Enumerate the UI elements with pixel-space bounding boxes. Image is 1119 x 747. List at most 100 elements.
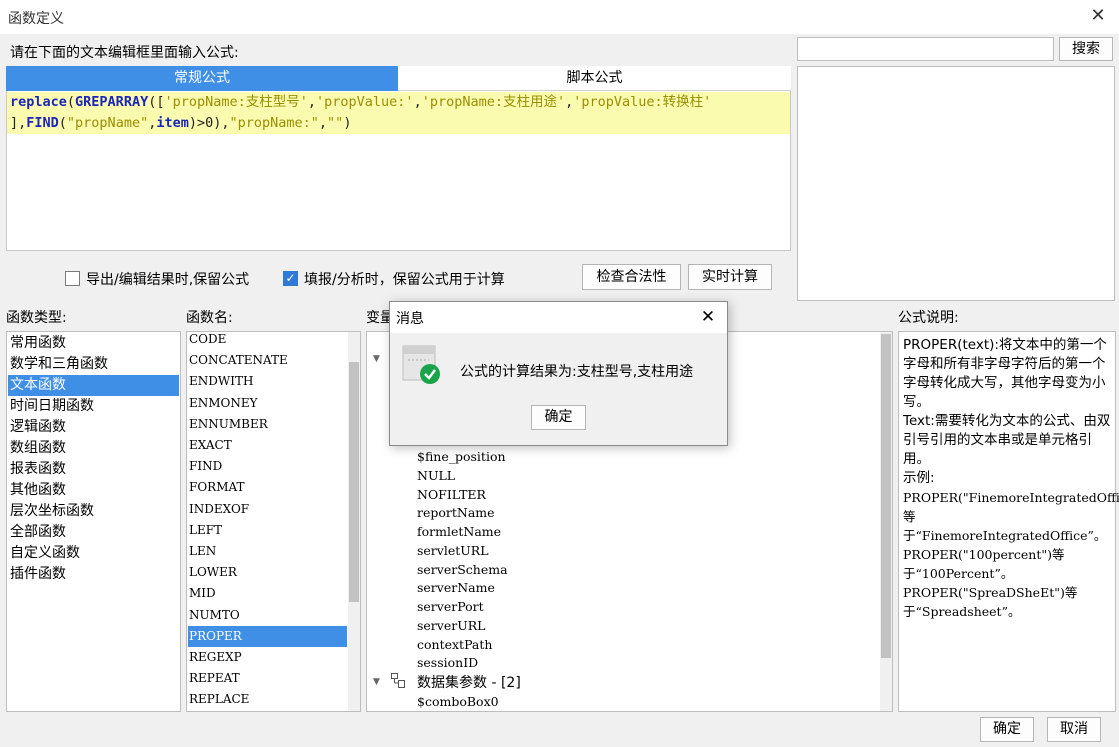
- tab-regular-formula[interactable]: 常规公式: [6, 66, 398, 91]
- formula-token: (: [66, 94, 76, 110]
- function-name-item[interactable]: CONCATENATE: [188, 350, 347, 371]
- formula-editor[interactable]: replace(GREPARRAY(['propName:支柱型号','prop…: [6, 91, 791, 251]
- tab-script-formula[interactable]: 脚本公式: [398, 66, 791, 91]
- function-type-item[interactable]: 逻辑函数: [8, 417, 179, 438]
- formula-token: "propName:": [229, 115, 319, 131]
- function-type-item[interactable]: 其他函数: [8, 480, 179, 501]
- formula-line-1: replace(GREPARRAY(['propName:支柱型号','prop…: [7, 92, 790, 113]
- function-type-item[interactable]: 全部函数: [8, 522, 179, 543]
- tree-collapse-icon[interactable]: ▼: [373, 354, 380, 364]
- function-names-scrollbar[interactable]: [348, 332, 360, 711]
- formula-token: ([: [148, 94, 165, 110]
- function-type-item[interactable]: 插件函数: [8, 564, 179, 585]
- variables-scrollbar[interactable]: [880, 332, 892, 711]
- function-name-item[interactable]: NUMTO: [188, 605, 347, 626]
- ok-button[interactable]: 确定: [980, 717, 1034, 742]
- description-line: PROPER("FinemoreIntegratedOffice")等于“Fin…: [903, 490, 1119, 543]
- formula-description: PROPER(text):将文本中的第一个字母和所有非字母字符后的第一个字母转化…: [898, 331, 1119, 712]
- function-names-scroll-thumb[interactable]: [349, 362, 359, 602]
- function-type-item[interactable]: 时间日期函数: [8, 396, 179, 417]
- function-name-item[interactable]: FORMAT: [188, 477, 347, 498]
- formula-token: ,: [413, 94, 422, 110]
- search-button[interactable]: 搜索: [1059, 37, 1113, 61]
- variable-item[interactable]: $fine_position: [417, 447, 506, 466]
- function-types-header: 函数类型:: [6, 310, 67, 326]
- formula-token: )>0),: [188, 115, 230, 131]
- function-type-item[interactable]: 文本函数: [8, 375, 179, 396]
- keep-formula-export-checkbox[interactable]: [65, 271, 80, 286]
- variable-item[interactable]: NOFILTER: [417, 485, 486, 504]
- keep-formula-fill-label: 填报/分析时，保留公式用于计算: [304, 272, 505, 288]
- formula-token: item: [156, 115, 189, 131]
- function-name-item[interactable]: LEFT: [188, 520, 347, 541]
- variable-item[interactable]: reportName: [417, 503, 495, 522]
- formula-token: "": [327, 115, 344, 131]
- description-header: 公式说明:: [898, 310, 959, 326]
- keep-formula-export-label: 导出/编辑结果时,保留公式: [86, 272, 250, 288]
- realtime-calc-button[interactable]: 实时计算: [688, 264, 772, 290]
- dataset-params-icon: [391, 673, 405, 688]
- title-bar: 函数定义 ✕: [0, 0, 1119, 34]
- variable-item[interactable]: serverPort: [417, 597, 484, 616]
- function-name-item[interactable]: FIND: [188, 456, 347, 477]
- formula-token: 'propValue:': [316, 94, 414, 110]
- function-names-list: REPLACE REPEAT REGEXP PROPER NUMTO MID LOWER LE…: [186, 331, 361, 712]
- function-name-item[interactable]: ENNUMBER: [188, 414, 347, 435]
- description-line: PROPER("SpreaDSheEt")等于“Spreadsheet”。: [903, 585, 1078, 619]
- function-type-item[interactable]: 数学和三角函数: [8, 354, 179, 375]
- formula-token: ): [343, 115, 352, 131]
- function-name-item[interactable]: ENMONEY: [188, 393, 347, 414]
- success-check-icon: [402, 345, 442, 385]
- function-name-item[interactable]: REPEAT: [188, 668, 347, 689]
- formula-line-2: ],FIND("propName",item)>0),"propName:","…: [7, 113, 790, 134]
- dataset-params-group-label: 数据集参数 - [2]: [417, 675, 521, 691]
- function-names-header: 函数名:: [186, 310, 233, 326]
- variable-item[interactable]: serverName: [417, 578, 495, 597]
- close-icon[interactable]: ✕: [1086, 4, 1110, 28]
- cancel-button[interactable]: 取消: [1047, 717, 1101, 742]
- keep-formula-fill-checkbox[interactable]: ✓: [283, 271, 298, 286]
- variable-item[interactable]: sessionID: [417, 653, 478, 672]
- message-ok-button[interactable]: 确定: [531, 405, 586, 430]
- function-name-item[interactable]: CODE: [188, 332, 347, 350]
- formula-token: replace: [10, 94, 67, 110]
- formula-token: FIND: [26, 115, 59, 131]
- search-results-panel: [797, 66, 1115, 301]
- dataset-param-item[interactable]: $comboBox0: [417, 692, 499, 711]
- function-type-item[interactable]: 层次坐标函数: [8, 501, 179, 522]
- variable-item[interactable]: servletURL: [417, 541, 489, 560]
- search-input[interactable]: [797, 37, 1054, 61]
- variable-item[interactable]: contextPath: [417, 635, 492, 654]
- formula-token: ,: [307, 94, 317, 110]
- function-types-list: 常用函数 数学和三角函数 文本函数 时间日期函数 逻辑函数 数组函数 报表函数 其他函数 层次坐…: [6, 331, 181, 712]
- variables-scroll-thumb[interactable]: [881, 334, 891, 658]
- function-type-item[interactable]: 报表函数: [8, 459, 179, 480]
- formula-tabs: 常规公式 脚本公式: [6, 66, 791, 91]
- function-name-item[interactable]: REPLACE: [188, 689, 347, 710]
- tree-expand-icon[interactable]: ▼: [373, 677, 380, 687]
- message-dialog-close-icon[interactable]: ✕: [696, 305, 720, 329]
- function-name-item[interactable]: ENDWITH: [188, 371, 347, 392]
- variable-item[interactable]: NULL: [417, 466, 455, 485]
- formula-token: GREPARRAY: [75, 94, 149, 110]
- variable-item[interactable]: formletName: [417, 522, 501, 541]
- formula-token: ],: [10, 115, 27, 131]
- dataset-params-group[interactable]: 数据集参数 - [2]: [417, 672, 521, 692]
- function-name-item[interactable]: PROPER: [188, 625, 347, 647]
- variable-item[interactable]: serverSchema: [417, 560, 508, 579]
- function-type-item[interactable]: 数组函数: [8, 438, 179, 459]
- variable-item[interactable]: serverURL: [417, 616, 485, 635]
- function-name-item[interactable]: LOWER: [188, 562, 347, 583]
- formula-token: 'propName:支柱型号': [164, 94, 308, 110]
- description-line: PROPER("100percent")等于“100Percent”。: [903, 547, 1065, 581]
- function-type-item[interactable]: 常用函数: [8, 333, 179, 354]
- function-name-item[interactable]: MID: [188, 583, 347, 604]
- formula-token: 'propName:支柱用途': [421, 94, 566, 110]
- function-name-item[interactable]: REGEXP: [188, 647, 347, 668]
- check-validity-button[interactable]: 检查合法性: [582, 264, 681, 290]
- function-name-item[interactable]: LEN: [188, 541, 347, 562]
- function-type-item[interactable]: 自定义函数: [8, 543, 179, 564]
- formula-token: "propName": [66, 115, 149, 131]
- function-name-item[interactable]: EXACT: [188, 435, 347, 456]
- function-name-item[interactable]: INDEXOF: [188, 499, 347, 520]
